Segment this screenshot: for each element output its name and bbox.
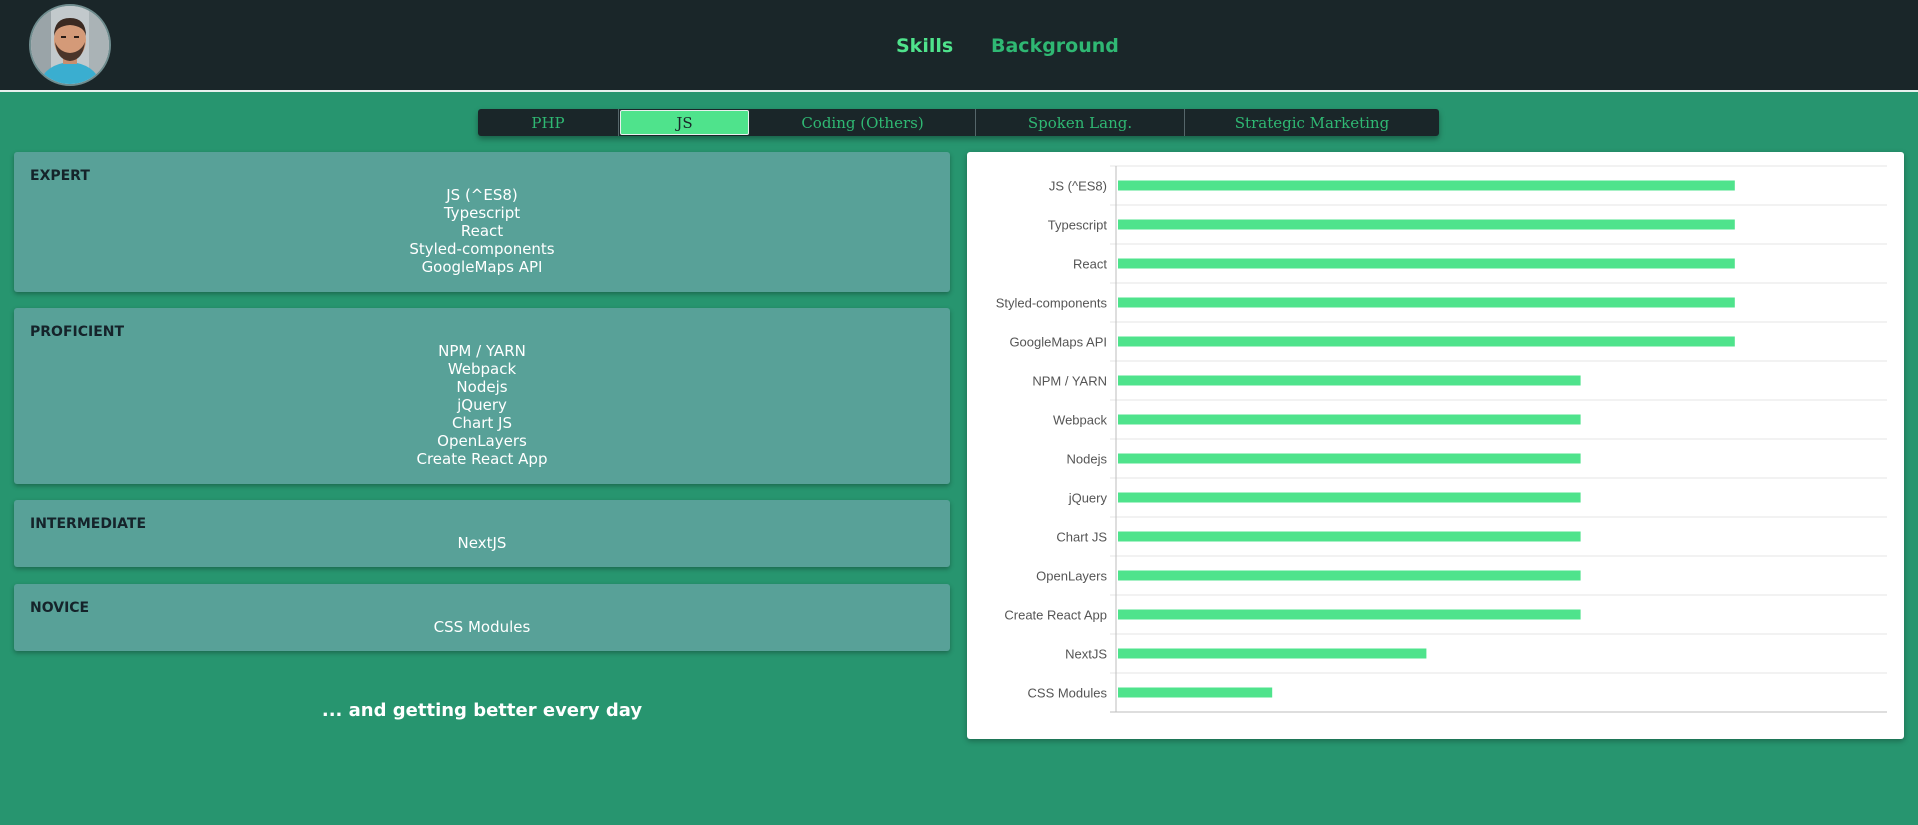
y-tick-label: JS (^ES8) bbox=[1049, 179, 1107, 194]
top-header: Skills Background bbox=[0, 0, 1918, 92]
y-tick-label: CSS Modules bbox=[1028, 686, 1108, 701]
y-tick-label: Webpack bbox=[1053, 413, 1107, 428]
y-tick-label: Create React App bbox=[1004, 608, 1107, 623]
y-tick-label: OpenLayers bbox=[1036, 569, 1107, 584]
skill-item: JS (^ES8) bbox=[446, 186, 518, 204]
skill-item: NextJS bbox=[457, 534, 507, 552]
bar bbox=[1118, 687, 1273, 698]
level-items: NextJS bbox=[14, 534, 950, 552]
level-panel-intermediate: INTERMEDIATE NextJS bbox=[14, 500, 950, 567]
y-tick-label: React bbox=[1073, 257, 1107, 272]
bar bbox=[1118, 258, 1735, 269]
y-tick-label: NPM / YARN bbox=[1032, 374, 1107, 389]
skill-item: Styled-components bbox=[409, 240, 555, 258]
skill-item: NPM / YARN bbox=[438, 342, 526, 360]
bar bbox=[1118, 531, 1581, 542]
nav-link-skills[interactable]: Skills bbox=[896, 35, 953, 57]
level-items: CSS Modules bbox=[14, 618, 950, 636]
skill-item: Nodejs bbox=[456, 378, 508, 396]
level-panel-novice: NOVICE CSS Modules bbox=[14, 584, 950, 651]
skill-item: GoogleMaps API bbox=[421, 258, 543, 276]
y-tick-label: Nodejs bbox=[1067, 452, 1108, 467]
tagline: ... and getting better every day bbox=[321, 700, 643, 721]
bar bbox=[1118, 609, 1581, 620]
skill-item: Webpack bbox=[447, 360, 517, 378]
bar bbox=[1118, 219, 1735, 230]
bar bbox=[1118, 297, 1735, 308]
skill-item: OpenLayers bbox=[437, 432, 527, 450]
skill-item: Create React App bbox=[416, 450, 548, 468]
y-tick-label: Typescript bbox=[1048, 218, 1108, 233]
level-title: PROFICIENT bbox=[30, 324, 125, 340]
tab-js[interactable]: JS bbox=[620, 110, 749, 135]
nav-link-background[interactable]: Background bbox=[991, 35, 1119, 57]
level-items: JS (^ES8) Typescript React Styled-compon… bbox=[14, 186, 950, 276]
level-title: NOVICE bbox=[30, 600, 90, 616]
tab-strategic-marketing[interactable]: Strategic Marketing bbox=[1185, 109, 1439, 136]
skill-item: jQuery bbox=[457, 396, 507, 414]
y-tick-label: GoogleMaps API bbox=[1009, 335, 1107, 350]
tab-coding-others[interactable]: Coding (Others) bbox=[750, 109, 976, 136]
skill-item: Chart JS bbox=[452, 414, 512, 432]
skill-item: Typescript bbox=[443, 204, 521, 222]
level-items: NPM / YARN Webpack Nodejs jQuery Chart J… bbox=[14, 342, 950, 468]
y-tick-label: jQuery bbox=[1068, 491, 1108, 506]
tab-spoken-languages[interactable]: Spoken Lang. bbox=[976, 109, 1185, 136]
tab-php[interactable]: PHP bbox=[478, 109, 619, 136]
level-title: EXPERT bbox=[30, 168, 90, 184]
bar bbox=[1118, 375, 1581, 386]
y-tick-label: Styled-components bbox=[996, 296, 1108, 311]
bar bbox=[1118, 648, 1427, 659]
bar bbox=[1118, 180, 1735, 191]
skill-item: React bbox=[460, 222, 504, 240]
y-tick-label: NextJS bbox=[1065, 647, 1107, 662]
bar bbox=[1118, 453, 1581, 464]
chart-canvas: JS (^ES8) Typescript React Styled-component… bbox=[996, 165, 1887, 713]
skills-bar-chart: JS (^ES8) Typescript React Styled-component… bbox=[967, 152, 1904, 739]
level-panel-proficient: PROFICIENT NPM / YARN Webpack Nodejs jQu… bbox=[14, 308, 950, 484]
level-panel-expert: EXPERT JS (^ES8) Typescript React Styled… bbox=[14, 152, 950, 292]
skill-item: CSS Modules bbox=[433, 618, 531, 636]
bar bbox=[1118, 570, 1581, 581]
main-nav: Skills Background bbox=[0, 35, 1918, 59]
bar bbox=[1118, 414, 1581, 425]
y-tick-label: Chart JS bbox=[1056, 530, 1107, 545]
bar bbox=[1118, 492, 1581, 503]
level-title: INTERMEDIATE bbox=[30, 516, 147, 532]
skill-category-tabs: PHP JS Coding (Others) Spoken Lang. Stra… bbox=[478, 109, 1439, 136]
bar bbox=[1118, 336, 1735, 347]
